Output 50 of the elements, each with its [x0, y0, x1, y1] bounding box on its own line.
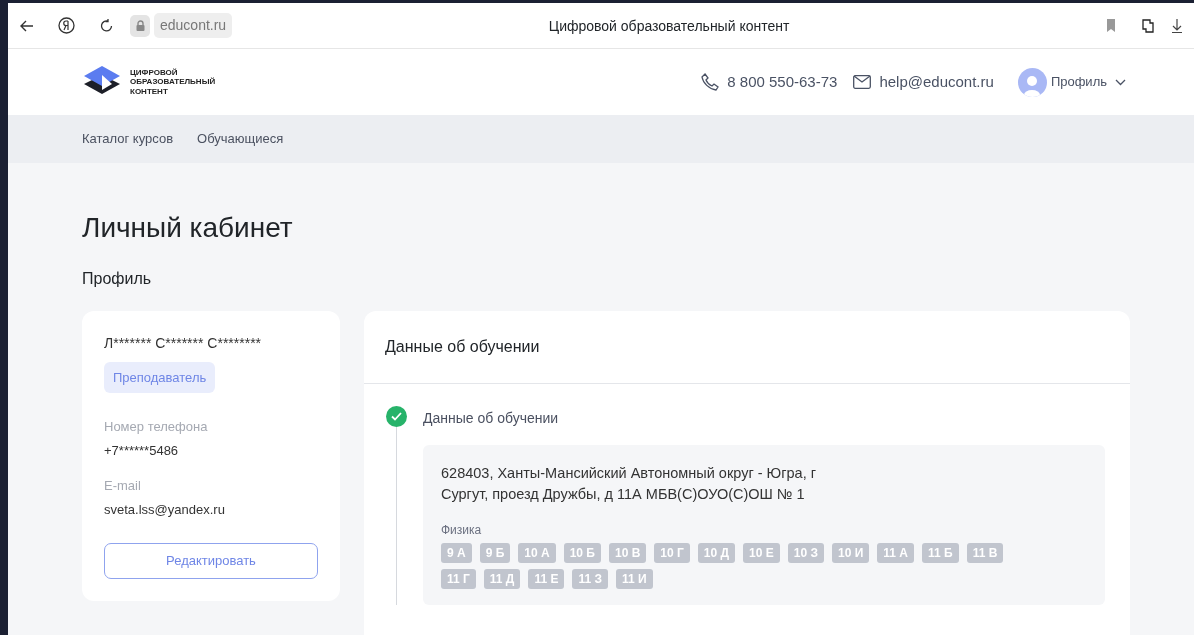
subject-label: Физика	[441, 521, 483, 539]
address-bar[interactable]: educont.ru	[154, 13, 233, 38]
class-tag: 9 А	[441, 542, 472, 563]
page-tab-title: Цифровой образовательный контент	[548, 17, 790, 34]
lock-icon	[130, 14, 150, 37]
mail-icon	[853, 75, 872, 89]
class-tag: 11 Д	[483, 568, 521, 589]
class-tag: 10 И	[831, 542, 870, 563]
phone-icon	[701, 73, 720, 91]
school-address: 628403, Ханты-Мансийский Автономный округ - Югра, г Сургут, проезд Дружбы, д 11А МБВ(С)ОУО(С)ОШ № 1	[441, 463, 817, 504]
class-tag: 11 Е	[528, 568, 565, 589]
nav-link[interactable]: Каталог курсов	[82, 129, 174, 149]
class-tag: 10 Б	[563, 542, 601, 563]
class-tag: 11 И	[616, 568, 653, 589]
field-value: +7******5486	[104, 441, 180, 460]
field-label: Номер телефона	[104, 418, 209, 437]
class-tag: 10 А	[518, 542, 556, 563]
field-value: sveta.lss@yandex.ru	[104, 500, 226, 519]
nav-link[interactable]: Обучающиеся	[197, 129, 284, 149]
bookmark-icon[interactable]	[1106, 19, 1116, 32]
step-title: Данные об обучении	[423, 408, 560, 428]
class-tag: 10 З	[787, 542, 824, 563]
card-title: Данные об обучении	[364, 310, 1130, 384]
class-tag: 11 В	[966, 542, 1004, 563]
browser-logo-icon[interactable]	[58, 17, 75, 34]
class-tag: 10 Г	[654, 542, 690, 563]
field-label: E-mail	[104, 477, 142, 496]
class-tag: 11 Г	[441, 568, 476, 589]
user-name: Л******* С******* С********	[104, 333, 263, 353]
back-icon[interactable]	[20, 19, 34, 32]
class-tag: 11 З	[572, 568, 608, 589]
role-badge: Преподаватель	[104, 361, 216, 394]
class-tag: 11 А	[877, 542, 914, 563]
section-title: Профиль	[82, 268, 153, 289]
reload-icon[interactable]	[99, 18, 114, 33]
class-tag: 10 Е	[743, 542, 780, 563]
phone-number[interactable]: 8 800 550-63-73	[727, 70, 838, 94]
profile-menu[interactable]: Профиль	[1050, 72, 1126, 92]
download-icon[interactable]	[1172, 18, 1182, 33]
class-tag: 9 Б	[479, 542, 511, 563]
class-tag: 10 В	[609, 542, 647, 563]
class-tag: 11 Б	[921, 542, 959, 563]
caret-icon	[1115, 78, 1126, 86]
logo-text: ЦИФРОВОЙ	[130, 67, 178, 77]
extension-icon[interactable]	[1140, 17, 1156, 34]
page-title: Личный кабинет	[82, 211, 294, 245]
logo-text: КОНТЕНТ	[130, 86, 169, 97]
logo-text: ОБРАЗОВАТЕЛЬНЫЙ	[130, 77, 216, 87]
class-tag: 10 Д	[697, 542, 736, 563]
email-link[interactable]: help@educont.ru	[879, 70, 994, 94]
